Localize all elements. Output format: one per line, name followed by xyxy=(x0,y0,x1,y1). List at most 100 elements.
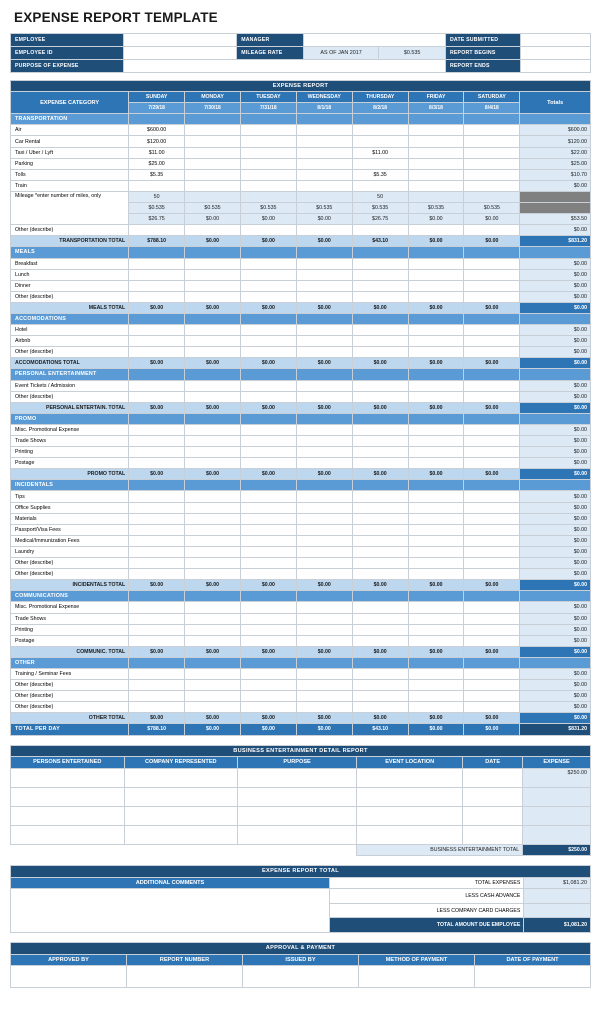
cell-promo-3-5[interactable] xyxy=(407,457,465,470)
cell-incidentals-4-5[interactable] xyxy=(407,534,465,547)
cell-incidentals-4-0[interactable] xyxy=(128,534,186,547)
cell-meals-2-4[interactable] xyxy=(351,279,409,292)
cell-transportation-3-6[interactable] xyxy=(463,157,521,170)
cell-incidentals-7-4[interactable] xyxy=(351,568,409,581)
cell-communications-0-5[interactable] xyxy=(407,601,465,614)
cell-personal-entertainment-0-2[interactable] xyxy=(239,379,297,392)
cell-transportation-4-5[interactable] xyxy=(407,168,465,181)
be-cell-location-1[interactable] xyxy=(356,786,464,807)
cell-communications-0-6[interactable] xyxy=(463,601,521,614)
cell-promo-1-3[interactable] xyxy=(295,434,353,448)
cell-meals-2-3[interactable] xyxy=(295,279,353,292)
approval-field-method[interactable] xyxy=(358,965,475,989)
cell-meals-3-3[interactable] xyxy=(295,290,353,303)
cell-incidentals-0-3[interactable] xyxy=(295,490,353,503)
cell-personal-entertainment-0-6[interactable] xyxy=(463,379,521,392)
cell-accomodations-0-1[interactable] xyxy=(184,324,241,337)
cell-transportation-4-6[interactable] xyxy=(463,168,521,181)
be-cell-expense-1[interactable] xyxy=(522,786,591,807)
cell-promo-0-1[interactable] xyxy=(184,423,241,437)
cell-transportation-other-0[interactable] xyxy=(128,224,186,237)
cell-incidentals-4-4[interactable] xyxy=(351,534,409,547)
cell-transportation-other-5[interactable] xyxy=(407,224,465,237)
cell-other-3-6[interactable] xyxy=(463,701,521,714)
cell-meals-2-1[interactable] xyxy=(184,279,241,292)
cell-incidentals-1-5[interactable] xyxy=(407,501,465,514)
cell-personal-entertainment-0-1[interactable] xyxy=(184,379,241,392)
cell-transportation-3-3[interactable] xyxy=(295,157,353,170)
cell-transportation-other-6[interactable] xyxy=(463,224,521,237)
be-cell-location-0[interactable] xyxy=(356,767,464,788)
cell-incidentals-7-2[interactable] xyxy=(239,568,297,581)
additional-comments-field[interactable] xyxy=(10,888,330,934)
cell-meals-1-0[interactable] xyxy=(128,268,186,281)
cell-incidentals-2-0[interactable] xyxy=(128,512,186,525)
mileage-miles-1[interactable] xyxy=(184,190,241,204)
cell-meals-0-5[interactable] xyxy=(407,257,465,270)
cell-incidentals-5-3[interactable] xyxy=(295,545,353,559)
cell-communications-2-6[interactable] xyxy=(463,623,521,636)
cell-incidentals-0-6[interactable] xyxy=(463,490,521,503)
cell-personal-entertainment-1-3[interactable] xyxy=(295,390,353,403)
cell-personal-entertainment-1-0[interactable] xyxy=(128,390,186,403)
cell-transportation-other-1[interactable] xyxy=(184,224,241,237)
cell-incidentals-3-5[interactable] xyxy=(407,523,465,536)
cell-accomodations-0-6[interactable] xyxy=(463,324,521,337)
cell-transportation-3-4[interactable] xyxy=(351,157,409,170)
cell-incidentals-4-1[interactable] xyxy=(184,534,241,547)
cell-other-0-1[interactable] xyxy=(184,667,241,681)
cell-transportation-1-3[interactable] xyxy=(295,135,353,148)
cell-incidentals-2-6[interactable] xyxy=(463,512,521,525)
cell-promo-1-2[interactable] xyxy=(239,434,297,448)
cell-promo-3-1[interactable] xyxy=(184,457,241,470)
mileage-miles-5[interactable] xyxy=(407,190,465,204)
cell-promo-1-0[interactable] xyxy=(128,434,186,448)
cell-incidentals-2-1[interactable] xyxy=(184,512,241,525)
cell-incidentals-7-3[interactable] xyxy=(295,568,353,581)
cell-incidentals-3-4[interactable] xyxy=(351,523,409,536)
cell-transportation-0-2[interactable] xyxy=(239,124,297,137)
cell-meals-2-0[interactable] xyxy=(128,279,186,292)
cell-other-2-0[interactable] xyxy=(128,690,186,703)
cell-other-0-2[interactable] xyxy=(239,667,297,681)
cell-other-1-5[interactable] xyxy=(407,679,465,692)
mileage-miles-6[interactable] xyxy=(463,190,521,204)
cell-transportation-2-3[interactable] xyxy=(295,146,353,159)
cell-communications-0-1[interactable] xyxy=(184,601,241,614)
cell-transportation-2-4[interactable]: $11.00 xyxy=(351,146,409,159)
cell-promo-2-2[interactable] xyxy=(239,446,297,459)
cell-incidentals-4-3[interactable] xyxy=(295,534,353,547)
cell-incidentals-3-0[interactable] xyxy=(128,523,186,536)
cell-accomodations-0-3[interactable] xyxy=(295,324,353,337)
cell-personal-entertainment-1-1[interactable] xyxy=(184,390,241,403)
cell-transportation-other-3[interactable] xyxy=(295,224,353,237)
cell-transportation-4-2[interactable] xyxy=(239,168,297,181)
cell-other-1-4[interactable] xyxy=(351,679,409,692)
cell-incidentals-1-0[interactable] xyxy=(128,501,186,514)
cell-accomodations-0-2[interactable] xyxy=(239,324,297,337)
cell-transportation-other-2[interactable] xyxy=(239,224,297,237)
cell-meals-1-6[interactable] xyxy=(463,268,521,281)
cell-communications-1-4[interactable] xyxy=(351,612,409,625)
cell-other-3-0[interactable] xyxy=(128,701,186,714)
cell-meals-0-2[interactable] xyxy=(239,257,297,270)
cell-incidentals-7-0[interactable] xyxy=(128,568,186,581)
cell-meals-2-5[interactable] xyxy=(407,279,465,292)
cell-promo-2-0[interactable] xyxy=(128,446,186,459)
cell-meals-3-4[interactable] xyxy=(351,290,409,303)
be-cell-persons-0[interactable] xyxy=(10,767,125,788)
cell-accomodations-1-3[interactable] xyxy=(295,335,353,348)
cell-incidentals-6-6[interactable] xyxy=(463,557,521,570)
cell-communications-3-1[interactable] xyxy=(184,634,241,647)
be-cell-date-1[interactable] xyxy=(462,786,524,807)
cell-communications-3-3[interactable] xyxy=(295,634,353,647)
cell-communications-2-2[interactable] xyxy=(239,623,297,636)
cell-personal-entertainment-1-4[interactable] xyxy=(351,390,409,403)
be-cell-purpose-0[interactable] xyxy=(237,767,358,788)
cell-personal-entertainment-1-5[interactable] xyxy=(407,390,465,403)
cell-promo-3-2[interactable] xyxy=(239,457,297,470)
less-cash-advance-value[interactable] xyxy=(523,888,591,904)
cell-other-2-5[interactable] xyxy=(407,690,465,703)
cell-other-0-5[interactable] xyxy=(407,667,465,681)
cell-transportation-3-1[interactable] xyxy=(184,157,241,170)
